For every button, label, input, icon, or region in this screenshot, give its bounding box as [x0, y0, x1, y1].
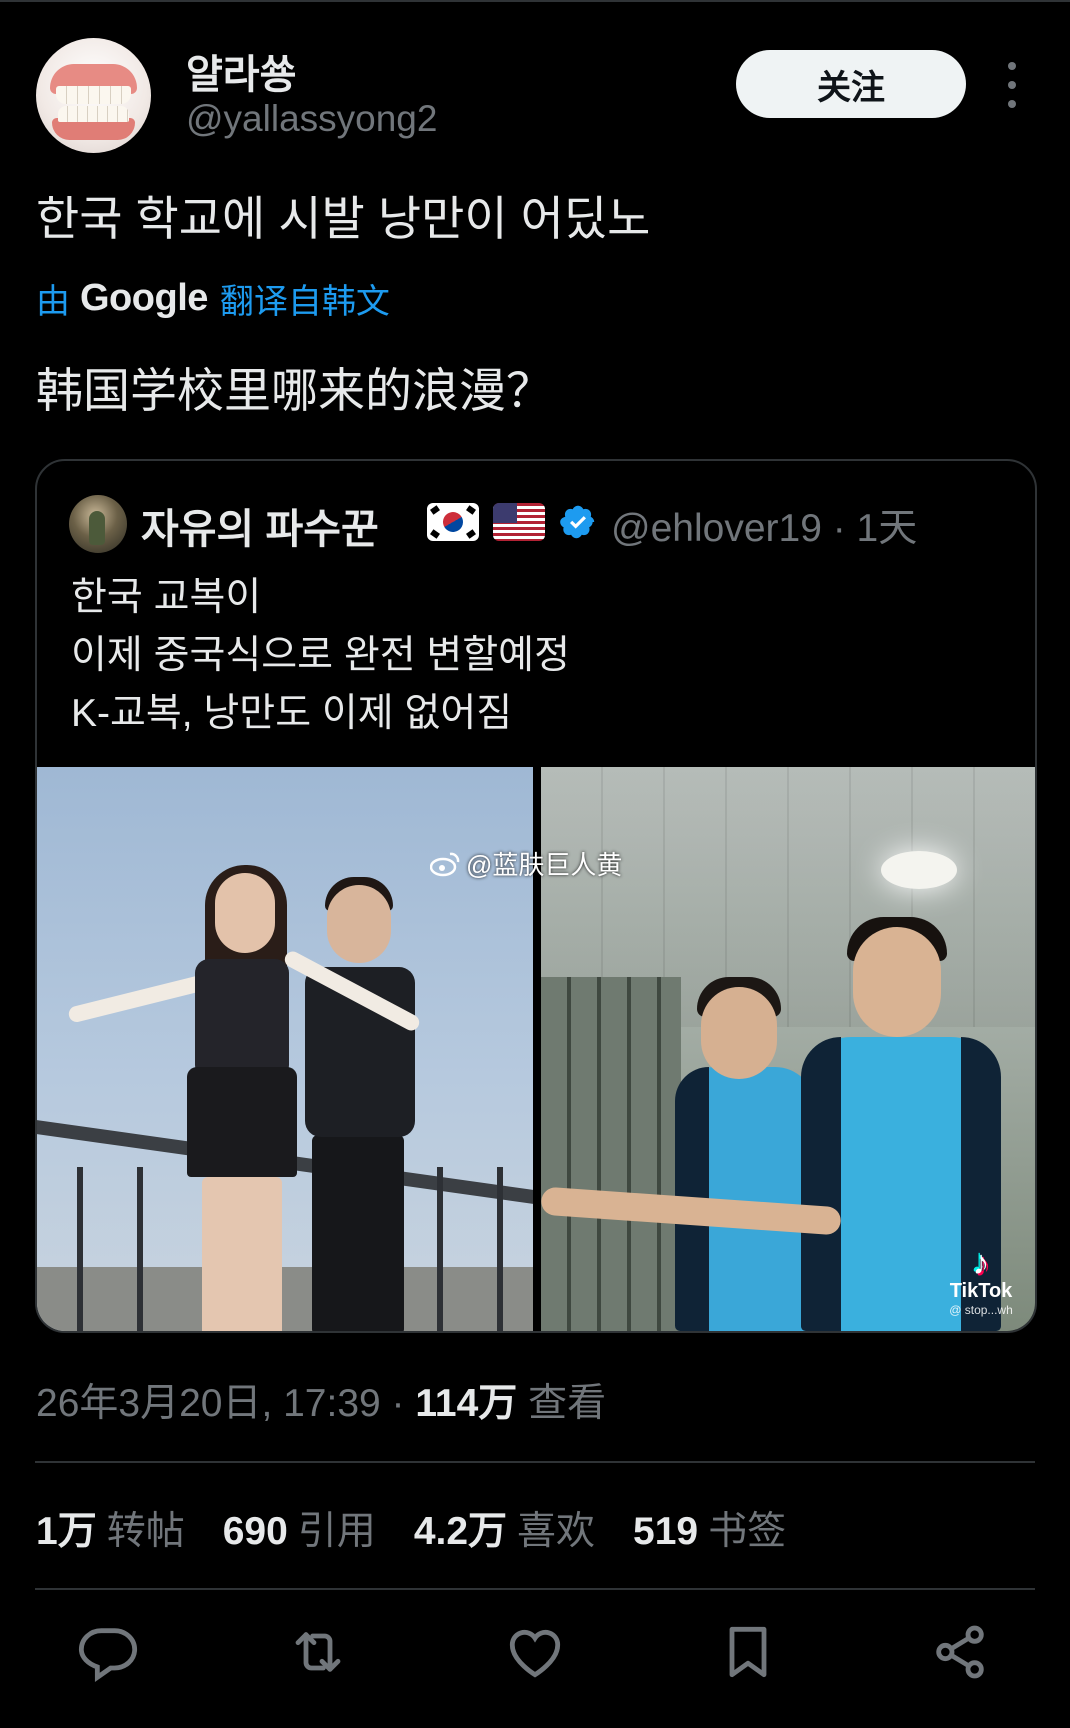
denture-teeth-bottom [58, 106, 129, 122]
tiktok-icon: ♪ [972, 1244, 990, 1282]
translation-attribution[interactable]: 由 Google 翻译自韩文 [36, 274, 390, 323]
translated-text: 韩国学校里哪来的浪漫？ [36, 364, 553, 417]
reply-icon[interactable] [76, 1620, 140, 1684]
quote-text-line: K-교복, 낭만도 이제 없어짐 [71, 692, 513, 735]
google-logo: Google [80, 277, 208, 319]
denture-teeth-top [56, 86, 131, 104]
tweet-timestamp[interactable]: 26年3月20日, 17:39 · 114万 查看 [36, 1372, 606, 1428]
lockers [541, 977, 681, 1331]
like-icon[interactable] [503, 1620, 567, 1684]
quote-text-line: 한국 교복이 [71, 576, 262, 619]
weibo-icon [430, 852, 460, 876]
action-bar [0, 1620, 1070, 1700]
tiktok-watermark: ♪ TikTok @ stop...wh [939, 1246, 1023, 1317]
ceiling-lamp [881, 851, 957, 889]
watermark-text: @蓝肤巨人黄 [466, 850, 623, 880]
top-divider [0, 0, 1070, 2]
follow-button[interactable]: 关注 [736, 50, 966, 118]
quoted-tweet-card[interactable]: 자유의 파수꾼 @ehlover19 · 1天 한국 교복이 이제 중국식으로 … [35, 459, 1037, 1333]
verified-badge-icon [560, 505, 595, 539]
timestamp-text: 26年3月20日, 17:39 · [36, 1382, 416, 1425]
weibo-watermark: @蓝肤巨人黄 [430, 845, 622, 882]
quote-author-avatar[interactable] [69, 495, 127, 553]
quote-text: 한국 교복이 이제 중국식으로 완전 변할예정 K-교복, 낭만도 이제 없어짐 [71, 569, 570, 743]
tweet-text: 한국 학교에 시발 낭만이 어딨노 [36, 192, 651, 245]
translate-source-label: 翻译自韩文 [219, 283, 390, 321]
divider [35, 1588, 1035, 1590]
repost-icon[interactable] [286, 1620, 350, 1684]
more-options-icon[interactable] [1000, 62, 1024, 108]
engagement-stats: 1万 转帖 690 引用 4.2万 喜欢 519 书签 [36, 1500, 824, 1556]
views-label: 查看 [517, 1382, 607, 1425]
share-icon[interactable] [928, 1620, 992, 1684]
quote-text-line: 이제 중국식으로 완전 변할예정 [71, 634, 570, 677]
stat-reposts[interactable]: 1万 转帖 [36, 1500, 185, 1556]
divider [35, 1461, 1035, 1463]
author-handle[interactable]: @yallassyong2 [186, 98, 437, 140]
stat-bookmarks[interactable]: 519 书签 [633, 1500, 786, 1556]
bookmark-icon[interactable] [716, 1620, 780, 1684]
tiktok-label: TikTok [949, 1280, 1013, 1302]
quote-handle-time[interactable]: @ehlover19 · 1天 [611, 497, 917, 553]
author-avatar[interactable] [36, 38, 151, 153]
tiktok-user: @ stop...wh [949, 1303, 1013, 1317]
flag-south-korea-icon [427, 503, 479, 541]
flag-usa-icon [493, 503, 545, 541]
stat-likes[interactable]: 4.2万 喜欢 [414, 1500, 595, 1556]
views-count: 114万 [415, 1382, 518, 1425]
stat-quotes[interactable]: 690 引用 [223, 1500, 376, 1556]
quote-author-name[interactable]: 자유의 파수꾼 [141, 495, 379, 555]
translate-prefix: 由 [36, 283, 70, 321]
author-display-name[interactable]: 얄라쑝 [186, 42, 296, 100]
